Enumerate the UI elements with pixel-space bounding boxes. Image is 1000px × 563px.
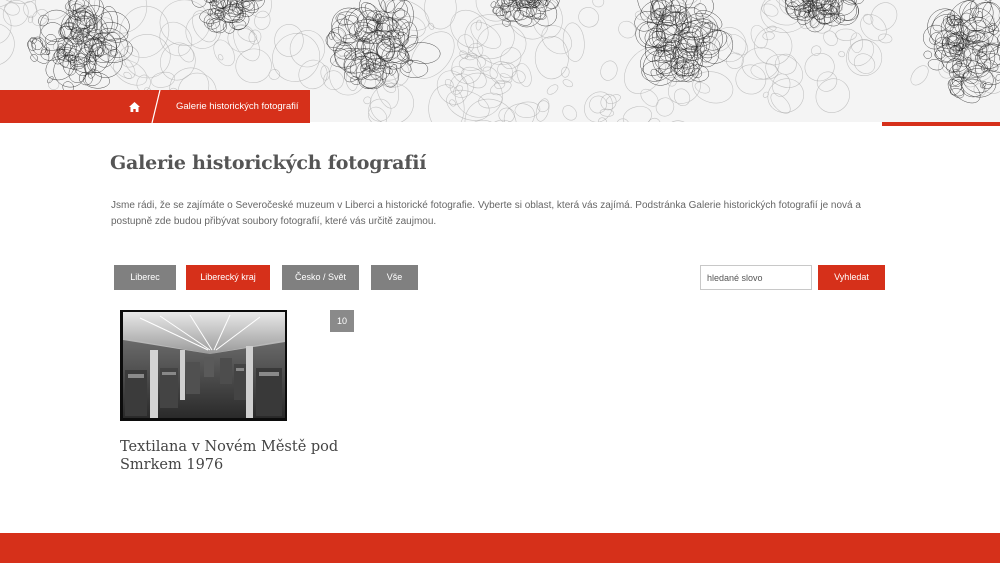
scribble-ball	[27, 0, 133, 94]
gallery-item-title[interactable]: Textilana v Novém Městě pod Smrkem 1976	[120, 438, 360, 474]
scribble-stroke	[534, 20, 667, 111]
gallery-item-title-line-1: Textilana v Novém Městě pod	[120, 439, 339, 455]
search-button[interactable]: Vyhledat	[818, 265, 885, 290]
footer-bar	[0, 533, 1000, 563]
breadcrumb-current: Galerie historických fotografií	[176, 101, 299, 112]
scribble-stroke	[835, 28, 893, 76]
factory-photo-image	[120, 310, 287, 421]
gallery-photo[interactable]	[120, 310, 287, 421]
gallery-item-title-line-2: Smrkem 1976	[120, 457, 224, 473]
banner-accent-line	[882, 122, 1000, 126]
scribble-stroke	[584, 88, 675, 122]
intro-line-2: postupně zde budou přibývat soubory foto…	[111, 215, 437, 227]
scribble-ball	[325, 0, 441, 90]
photo-count-badge: 10	[330, 310, 354, 332]
breadcrumb-separator	[151, 90, 161, 123]
gallery-item[interactable]: 10 Textilana v Novém Městě pod Smrkem 19…	[120, 310, 360, 490]
scribble-ball	[923, 0, 1000, 104]
breadcrumb: Galerie historických fotografií	[0, 90, 310, 123]
scribble-stroke	[383, 0, 515, 105]
scribble-stroke	[537, 60, 618, 122]
breadcrumb-home-link[interactable]	[120, 90, 148, 123]
filter-vse-button[interactable]: Vše	[371, 265, 418, 290]
page: Galerie historických fotografií Galerie …	[0, 0, 1000, 563]
filter-liberec-button[interactable]: Liberec	[114, 265, 176, 290]
intro-text: Jsme rádi, že se zajímáte o Severočeské …	[111, 198, 881, 229]
scribble-stroke	[762, 53, 850, 113]
scribble-ball	[490, 0, 560, 28]
home-icon	[128, 97, 140, 116]
page-title: Galerie historických fotografií	[110, 152, 427, 174]
scribble-stroke	[0, 0, 60, 90]
scribble-ball	[785, 0, 864, 33]
intro-line-1: Jsme rádi, že se zajímáte o Severočeské …	[111, 200, 861, 211]
scribble-stroke	[369, 62, 490, 122]
search-input[interactable]	[700, 265, 812, 290]
filter-liberecky-kraj-button[interactable]: Liberecký kraj	[186, 265, 270, 290]
filter-cesko-svet-button[interactable]: Česko / Svět	[282, 265, 359, 290]
